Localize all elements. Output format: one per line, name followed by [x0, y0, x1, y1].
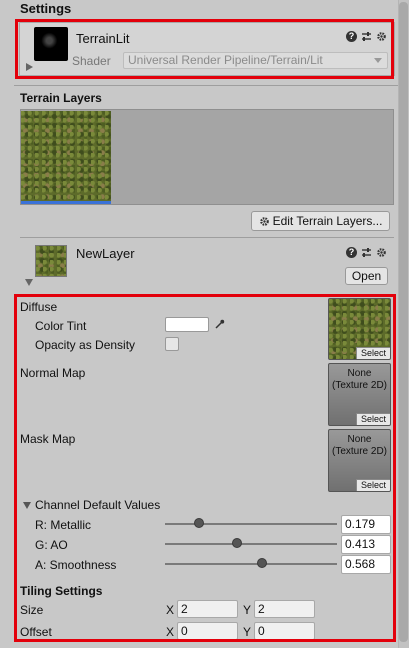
section-divider: [14, 85, 398, 86]
selected-layer-indicator: [21, 201, 111, 204]
material-highlight-box: [15, 19, 394, 79]
layer-properties-highlight-box: [14, 294, 396, 642]
preset-sliders-icon[interactable]: [361, 247, 372, 258]
layer-header-icons: ?: [346, 247, 387, 258]
settings-heading: Settings: [20, 1, 72, 16]
layer-preview-thumbnail: [35, 245, 67, 277]
gear-icon: [259, 216, 270, 227]
open-layer-button[interactable]: Open: [345, 267, 388, 285]
edit-terrain-layers-button[interactable]: Edit Terrain Layers...: [251, 211, 390, 231]
scrollbar-thumb[interactable]: [399, 2, 408, 642]
layer-foldout-arrow-icon[interactable]: [25, 279, 33, 286]
edit-terrain-layers-label: Edit Terrain Layers...: [272, 214, 383, 228]
section-divider: [20, 237, 394, 238]
terrain-layer-thumbnail[interactable]: [21, 111, 111, 201]
help-icon[interactable]: ?: [346, 247, 357, 258]
gear-icon[interactable]: [376, 247, 387, 258]
layer-name: NewLayer: [76, 246, 135, 261]
terrain-layers-heading: Terrain Layers: [20, 91, 102, 105]
